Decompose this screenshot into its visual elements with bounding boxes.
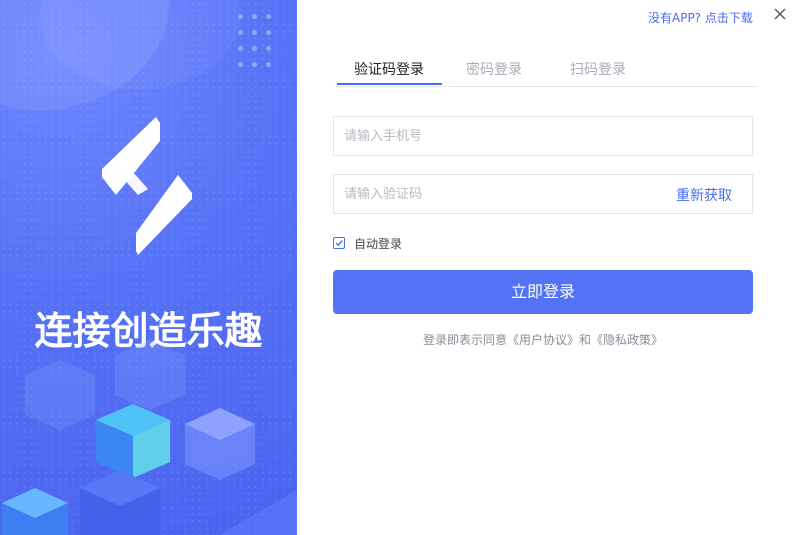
tab-password-login[interactable]: 密码登录 [466, 59, 522, 79]
brand-panel: 连接创造乐趣 [0, 0, 297, 535]
tab-qr-login[interactable]: 扫码登录 [570, 59, 626, 79]
dot-grid-decor [238, 14, 278, 70]
agreement-conjunction: 和 [579, 333, 592, 347]
check-icon [335, 240, 343, 247]
cube-illustration [2, 340, 297, 535]
agreement-prefix: 登录即表示同意 [422, 333, 507, 347]
active-tab-indicator [337, 83, 442, 85]
phone-input[interactable] [334, 117, 654, 155]
verification-code-input[interactable] [334, 175, 654, 213]
login-button[interactable]: 立即登录 [333, 270, 753, 314]
resend-code-button[interactable]: 重新获取 [676, 185, 732, 205]
login-tabs: 验证码登录 密码登录 扫码登录 [337, 52, 757, 87]
brand-logo [102, 117, 192, 255]
tab-sms-login[interactable]: 验证码登录 [354, 59, 424, 79]
user-agreement-link[interactable]: 《用户协议》 [507, 333, 579, 347]
auto-login-checkbox[interactable] [333, 237, 345, 249]
download-app-link[interactable]: 没有APP? 点击下载 [648, 9, 753, 26]
phone-field [333, 116, 753, 156]
close-icon[interactable] [770, 5, 790, 25]
code-field: 重新获取 [333, 174, 753, 214]
auto-login-label: 自动登录 [354, 236, 403, 251]
agreement-text: 登录即表示同意《用户协议》和《隐私政策》 [333, 331, 753, 348]
auto-login-option[interactable]: 自动登录 [333, 235, 402, 251]
privacy-policy-link[interactable]: 《隐私政策》 [591, 333, 663, 347]
